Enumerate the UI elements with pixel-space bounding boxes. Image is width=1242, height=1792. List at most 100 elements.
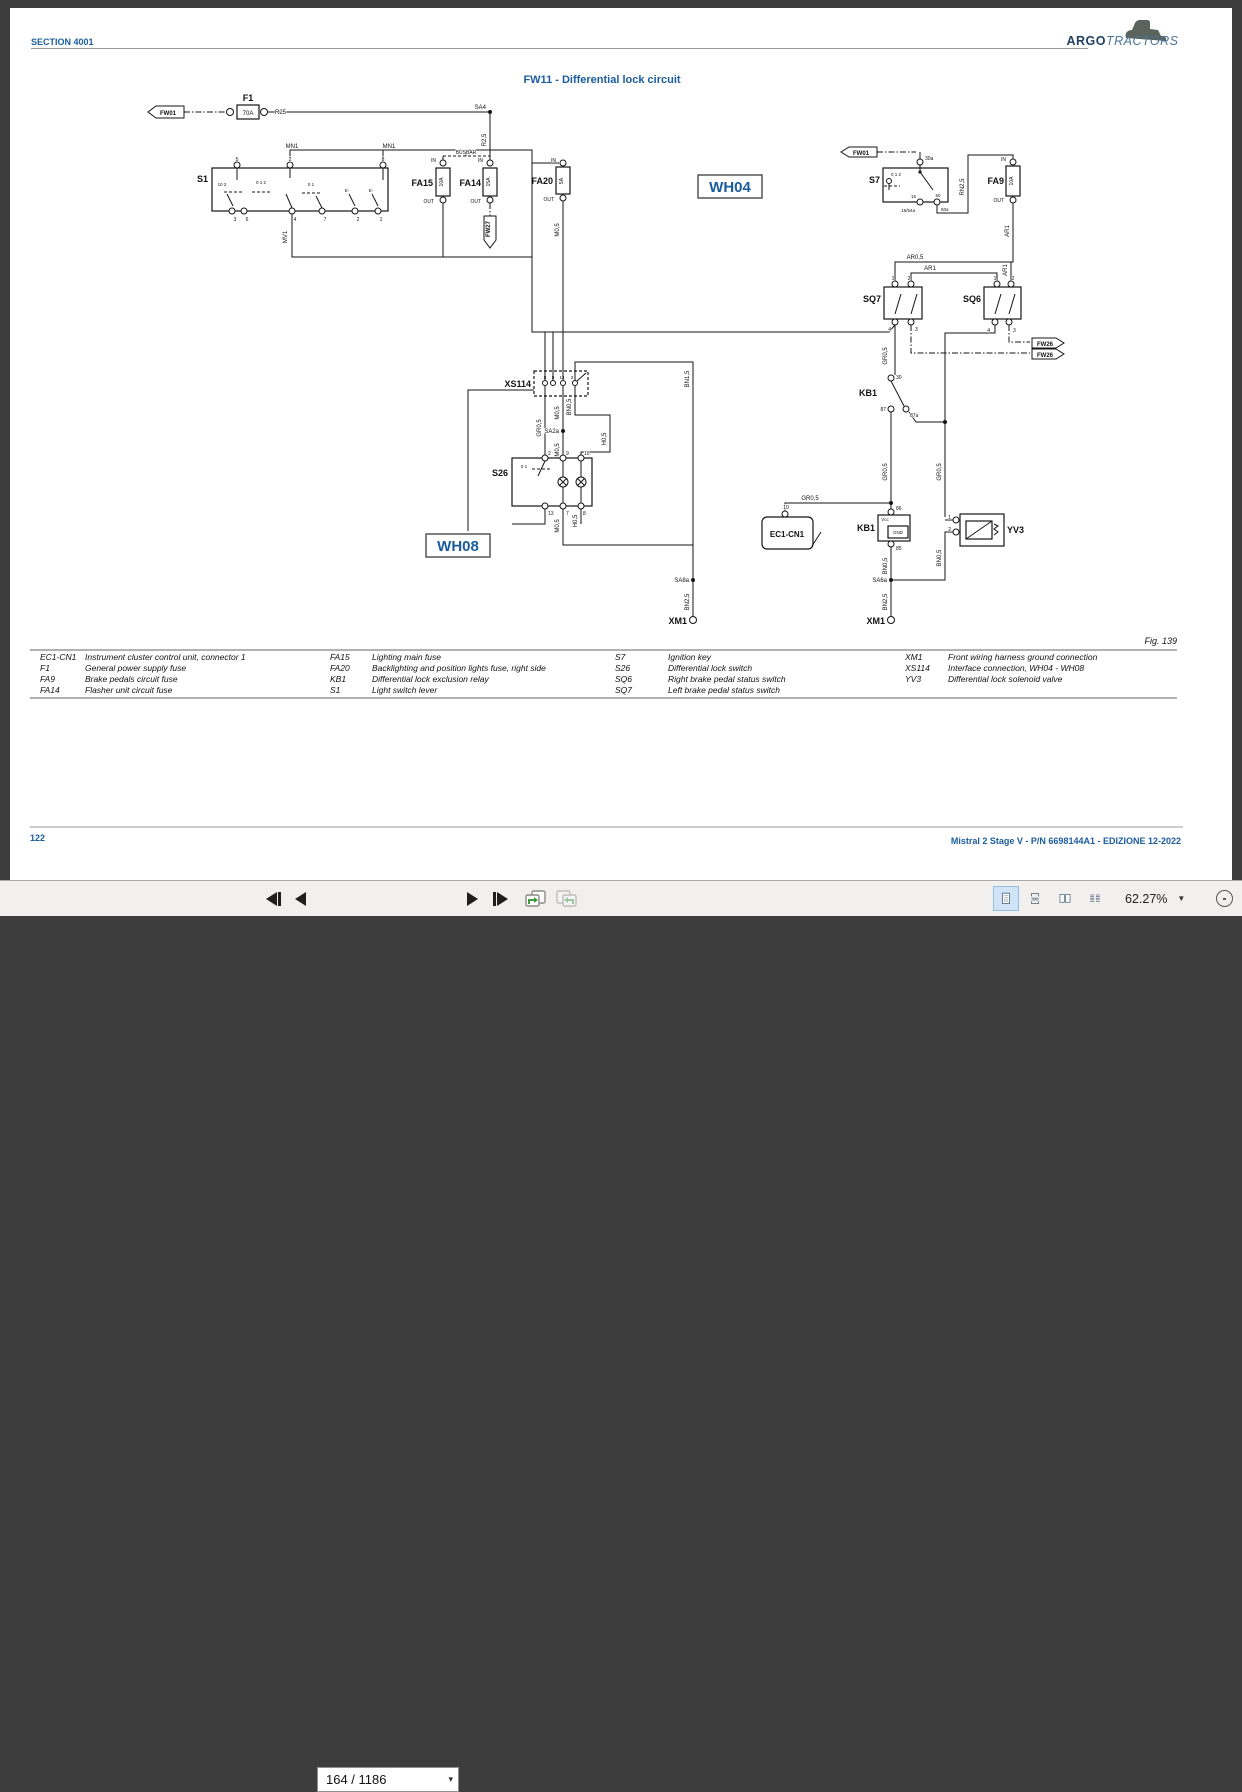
diagram-label: R2,5	[482, 133, 488, 146]
previous-view-icon	[525, 890, 546, 907]
diagram-label: 7	[566, 511, 569, 517]
first-page-icon-bar	[278, 891, 281, 906]
diagram-label: 86	[896, 506, 902, 512]
diagram-label: OUT	[470, 199, 481, 205]
wh04-label: WH04	[709, 179, 751, 196]
previous-page-button[interactable]	[291, 885, 310, 912]
diagram-label: 5A	[559, 177, 565, 184]
next-view-button[interactable]	[551, 885, 583, 912]
single-page-view-button[interactable]	[993, 886, 1019, 911]
diagram-label: BN0,5	[937, 549, 943, 566]
diagram-label: SA6a	[872, 578, 887, 584]
diagram-label: MN1	[383, 144, 396, 150]
diagram-label: 2	[908, 276, 911, 282]
legend-description: Front wiring harness ground connection	[948, 652, 1098, 662]
next-view-icon	[556, 890, 577, 907]
diagram-label: S1	[197, 174, 208, 184]
diagram-label: 15	[911, 194, 917, 199]
legend-description: Differential lock solenoid valve	[948, 674, 1063, 684]
legend-description: Flasher unit circuit fuse	[85, 685, 173, 695]
page-number: 122	[30, 833, 45, 843]
zoom-out-button[interactable]	[1216, 890, 1233, 907]
diagram-label: H0,5	[602, 432, 608, 445]
next-page-icon	[467, 891, 478, 906]
last-page-icon-bar	[493, 891, 496, 906]
key-icon	[886, 178, 892, 184]
diagram-label: M0,5	[555, 443, 561, 457]
wh08-label: WH08	[437, 538, 479, 555]
enable-scrolling-button[interactable]	[1022, 886, 1048, 911]
diagram-label: 70A	[243, 111, 254, 117]
diagram-label: 0 1	[521, 464, 528, 469]
diagram-label: BN0,5	[567, 398, 573, 415]
diagram-label: BUSBAR	[456, 150, 477, 156]
diagram-label: FW01	[160, 111, 177, 117]
diagram-label: BN0,5	[883, 557, 889, 574]
last-page-icon	[497, 891, 508, 906]
diagram-label: 87a	[910, 413, 919, 419]
diagram-label: IN	[551, 158, 556, 164]
diagram-label: KB1	[859, 388, 877, 398]
diagram-label: 85	[896, 546, 902, 552]
diagram-label: 13	[548, 511, 554, 517]
diagram-label: 50a	[941, 207, 949, 212]
legend-code: FA9	[40, 674, 55, 684]
legend-description: Differential lock exclusion relay	[372, 674, 489, 684]
diagram-label: EC1-CN1	[770, 530, 805, 539]
diagram-label: R25	[275, 110, 287, 116]
diagram-label: 4	[294, 217, 297, 223]
diagram-label: RN2,5	[960, 178, 966, 196]
two-page-scrolling-icon	[1090, 894, 1100, 902]
diagram-label: MV1	[283, 230, 289, 243]
diagram-label: 15A	[486, 177, 492, 187]
diagram-label: 15/54a	[901, 208, 915, 213]
legend-description: Light switch lever	[372, 685, 438, 695]
diagram-label: XM1	[668, 616, 687, 626]
diagram-label: 3	[234, 217, 237, 223]
first-page-icon	[266, 891, 277, 906]
diagram-label: 30	[896, 375, 902, 381]
page-dropdown-caret-icon[interactable]: ▾	[448, 1774, 458, 1785]
diagram-label: GR0,5	[937, 463, 943, 481]
two-page-view-button[interactable]	[1052, 886, 1078, 911]
diagram-label: 8	[583, 511, 586, 517]
last-page-button[interactable]	[489, 885, 512, 912]
zoom-dropdown-caret-icon[interactable]: ▼	[1177, 894, 1185, 903]
logo-tractors-text: TRACTORS	[1106, 34, 1179, 48]
diagram-label: S26	[492, 468, 508, 478]
diagram-label: SQ6	[963, 294, 981, 304]
first-page-button[interactable]	[262, 885, 285, 912]
diagram-label: 2	[548, 451, 551, 457]
diagram-label: AR1	[924, 266, 936, 272]
previous-view-button[interactable]	[519, 885, 551, 912]
diagram-label: 10A	[439, 177, 445, 187]
legend-code: FA15	[330, 652, 350, 662]
diagram-label: M0,5	[555, 519, 561, 533]
diagram-label: 10	[783, 505, 789, 511]
legend-code: XM1	[904, 652, 923, 662]
diagram-label: AR1	[1005, 225, 1011, 237]
next-page-button[interactable]	[463, 885, 482, 912]
diagram-label: OUT	[993, 198, 1004, 204]
zoom-level-label[interactable]: 62.27% ▼	[1125, 881, 1185, 916]
diagram-label: GR0,5	[801, 496, 819, 502]
diagram-label: 10A	[1009, 176, 1015, 186]
diagram-label: 4	[987, 328, 990, 334]
diagram-label: 2	[948, 527, 951, 533]
enable-scrolling-icon	[1031, 893, 1039, 904]
diagram-label: M0,5	[555, 406, 561, 420]
document-page-svg: SECTION 4001 ARGO TRACTORS FW11 - Differ…	[10, 8, 1232, 880]
diagram-label: M0,5	[555, 223, 561, 237]
two-page-view-icon	[1059, 893, 1071, 903]
diagram-label: IN	[1001, 157, 1006, 163]
diagram-label: 4	[888, 327, 891, 333]
legend-code: F1	[40, 663, 50, 673]
diagram-label: FW26	[1037, 342, 1054, 348]
legend-description: Interface connection, WH04 - WH08	[948, 663, 1084, 673]
diagram-label: BN2,5	[883, 593, 889, 610]
two-page-scrolling-button[interactable]	[1082, 886, 1108, 911]
page-number-input[interactable]: 164 / 1186 ▾	[317, 1767, 459, 1792]
zoom-level-value: 62.27%	[1125, 891, 1168, 906]
previous-page-icon	[295, 891, 306, 906]
legend-description: Instrument cluster control unit, connect…	[85, 652, 246, 662]
